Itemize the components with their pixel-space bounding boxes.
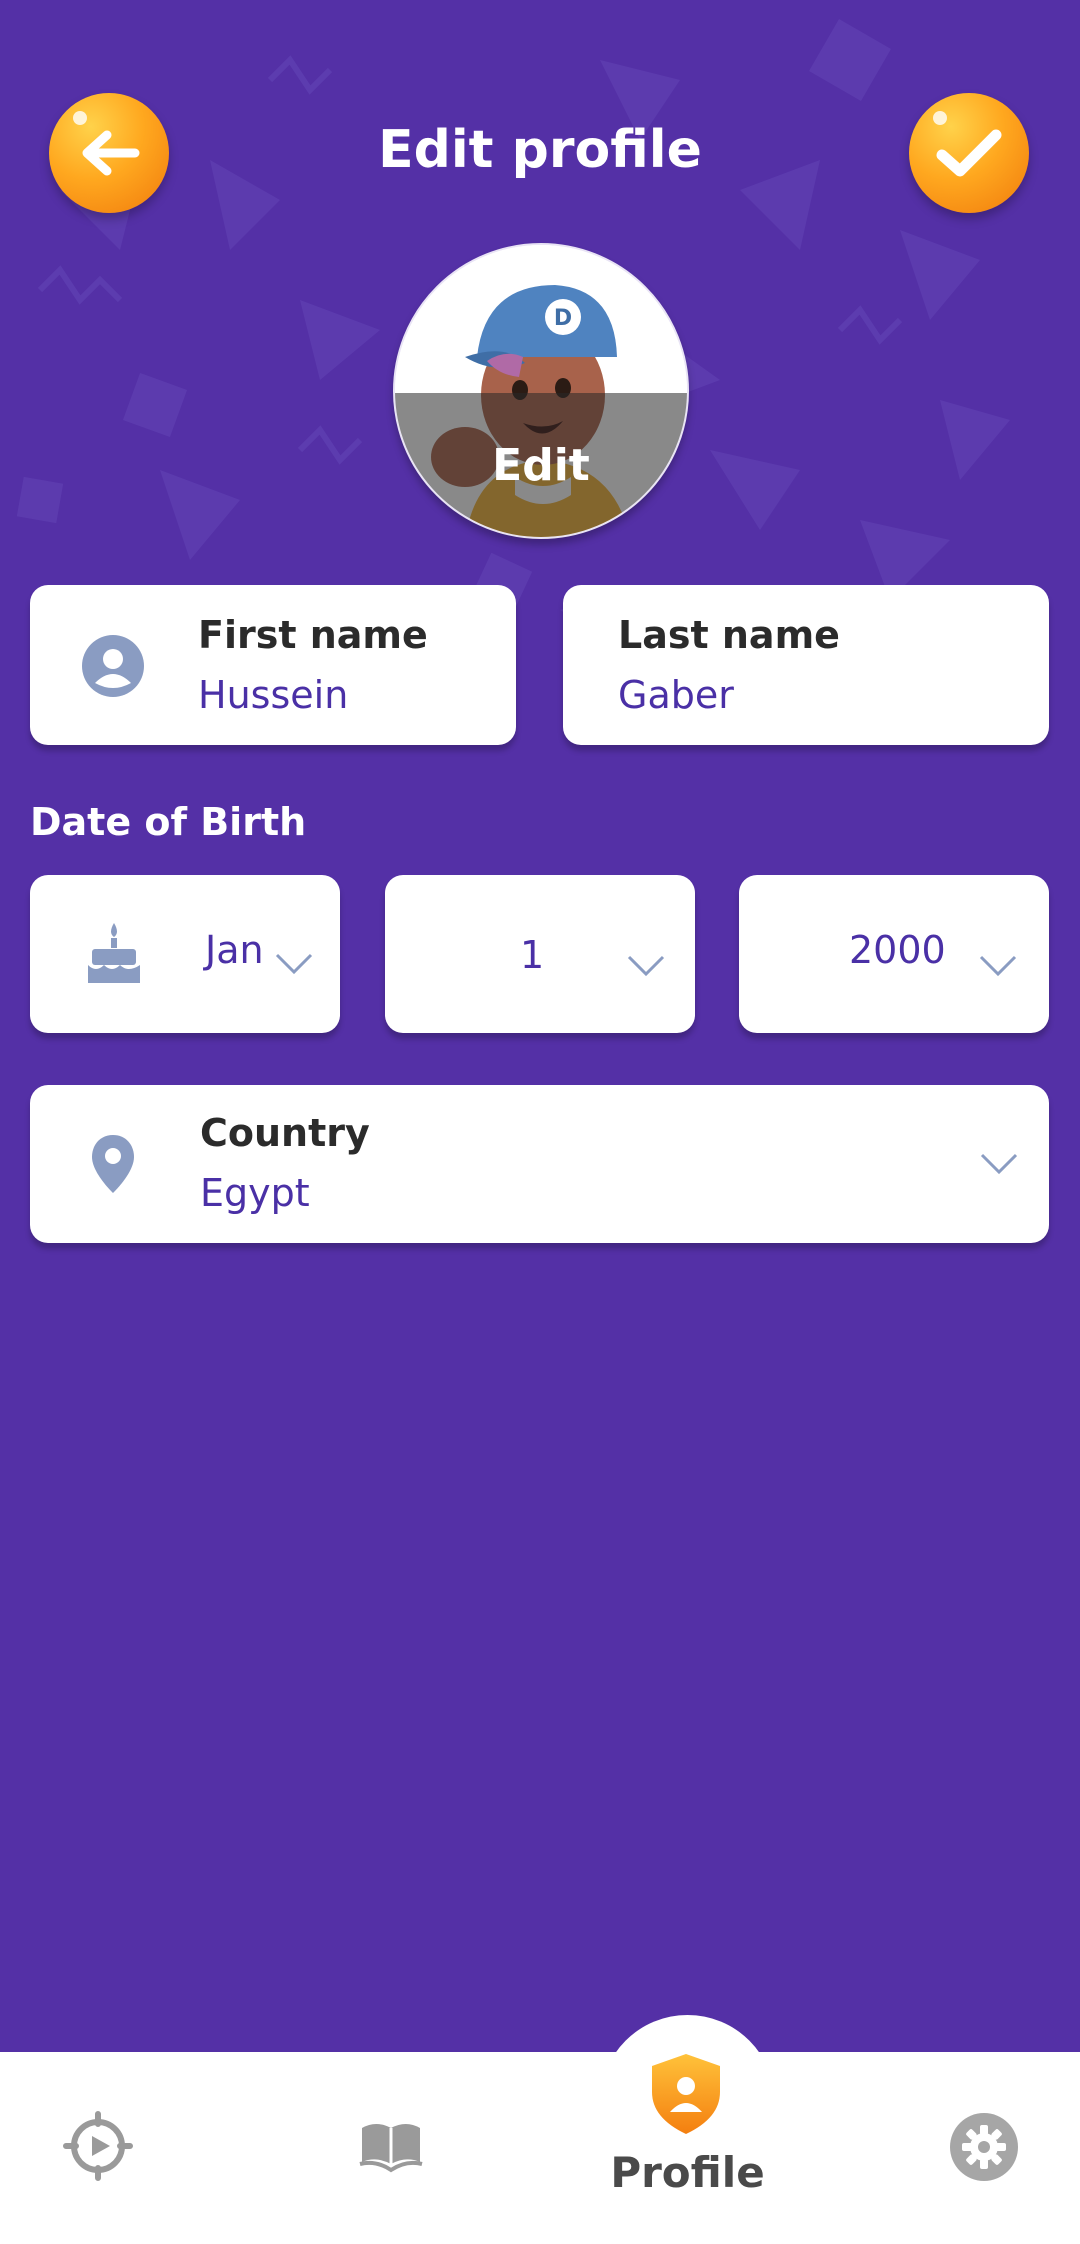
nav-profile-label[interactable]: Profile [600, 2148, 775, 2197]
birth-day-value: 1 [520, 933, 545, 977]
user-icon [82, 635, 144, 701]
last-name-label: Last name [618, 613, 840, 657]
birth-year-select[interactable]: 2000 [739, 875, 1049, 1033]
country-value: Egypt [200, 1171, 310, 1215]
birthday-cake-icon [84, 921, 144, 989]
date-of-birth-label: Date of Birth [30, 800, 307, 844]
location-pin-icon [90, 1133, 136, 1199]
edit-profile-screen: Edit profile D Edit First name Hussein L… [0, 0, 1080, 2244]
book-icon [359, 2124, 423, 2173]
birth-day-select[interactable]: 1 [385, 875, 695, 1033]
chevron-down-icon [980, 1153, 1018, 1175]
gear-icon [950, 2113, 1018, 2181]
profile-shield-icon [652, 2054, 720, 2134]
nav-profile[interactable] [648, 2052, 724, 2140]
birth-month-value: Jan [205, 928, 264, 972]
first-name-value[interactable]: Hussein [198, 673, 348, 717]
chevron-down-icon [979, 955, 1017, 977]
confirm-button[interactable] [909, 93, 1029, 213]
birth-year-value: 2000 [849, 928, 946, 972]
chevron-down-icon [627, 955, 665, 977]
last-name-field[interactable]: Last name Gaber [563, 585, 1049, 745]
nav-settings[interactable] [950, 2113, 1018, 2185]
first-name-label: First name [198, 613, 428, 657]
bottom-nav [0, 2052, 1080, 2244]
nav-explore[interactable] [62, 2110, 134, 2186]
nav-library[interactable] [358, 2118, 424, 2178]
explore-play-icon [63, 2111, 133, 2181]
svg-text:D: D [554, 306, 572, 331]
country-select[interactable]: Country Egypt [30, 1085, 1049, 1243]
button-shine [933, 111, 947, 125]
last-name-value[interactable]: Gaber [618, 673, 734, 717]
avatar-edit-label: Edit [492, 440, 590, 491]
checkmark-icon [936, 129, 1002, 177]
birth-month-select[interactable]: Jan [30, 875, 340, 1033]
chevron-down-icon [275, 953, 313, 975]
first-name-field[interactable]: First name Hussein [30, 585, 516, 745]
avatar-edit-button[interactable]: D Edit [393, 243, 689, 539]
country-label: Country [200, 1111, 370, 1155]
